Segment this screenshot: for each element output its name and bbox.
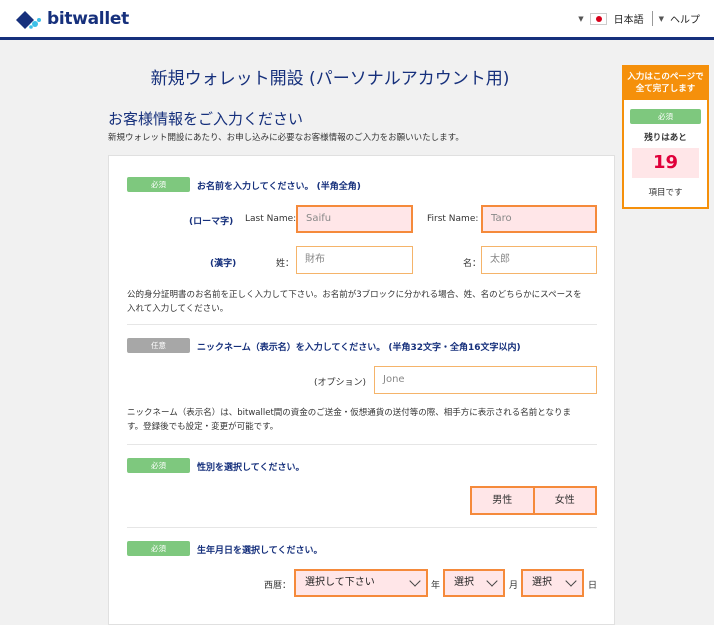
nickname-option-label: (オプション): [314, 378, 367, 388]
remaining-suffix: 項目です: [648, 188, 683, 198]
first-name-input[interactable]: Taro: [481, 205, 597, 233]
mei-input[interactable]: 太郎: [481, 246, 597, 274]
section-title: お客様情報をご入力ください: [108, 110, 304, 128]
month-unit: 月: [509, 581, 519, 591]
language-selector[interactable]: 日本語: [614, 11, 644, 26]
remaining-count: 19: [632, 148, 699, 178]
era-label: 西暦：: [264, 581, 292, 591]
last-name-label: Last Name:: [245, 214, 297, 224]
remaining-label: 残りはあと: [644, 133, 687, 143]
kanji-label: (漢字): [210, 259, 237, 269]
gender-female-button[interactable]: 女性: [532, 488, 595, 513]
day-unit: 日: [588, 581, 598, 591]
required-badge: 必須: [127, 541, 190, 556]
nickname-question-title: ニックネーム（表示名）を入力してください。 (半角32文字・全角16文字以内): [197, 343, 521, 353]
top-header: bitwallet ▼ 日本語 ▼ ヘルプ: [0, 0, 714, 40]
mei-label: 名：: [463, 259, 482, 269]
name-question-title: お名前を入力してください。 (半角全角): [197, 182, 361, 192]
required-badge: 必須: [127, 458, 190, 473]
year-unit: 年: [431, 581, 441, 591]
required-badge: 必須: [630, 109, 701, 124]
section-divider: [127, 527, 597, 528]
progress-panel: 入力はこのページで 全て完了します 必須 残りはあと 19 項目です: [622, 65, 709, 209]
help-caret-icon[interactable]: ▼: [659, 15, 664, 23]
romaji-label: (ローマ字): [189, 217, 234, 227]
optional-badge: 任意: [127, 338, 190, 353]
birth-month-select[interactable]: 選択: [443, 569, 505, 597]
help-link[interactable]: ヘルプ: [670, 11, 700, 26]
language-caret-icon[interactable]: ▼: [578, 15, 583, 23]
sei-label: 姓：: [276, 259, 295, 269]
birthday-question-title: 生年月日を選択してください。: [197, 546, 323, 556]
gender-male-button[interactable]: 男性: [472, 488, 533, 513]
brand-logo[interactable]: bitwallet: [14, 8, 129, 30]
section-description: 新規ウォレット開設にあたり、お申し込みに必要なお客様情報のご入力をお願いいたしま…: [108, 133, 464, 143]
page-title: 新規ウォレット開設 (パーソナルアカウント用): [150, 69, 510, 89]
gender-question-title: 性別を選択してください。: [197, 463, 305, 473]
name-note: 公的身分証明書のお名前を正しく入力して下さい。お名前が3ブロックに分かれる場合、…: [127, 290, 582, 314]
last-name-input[interactable]: Saifu: [296, 205, 413, 233]
customer-info-form: 必須 お名前を入力してください。 (半角全角) (ローマ字) Last Name…: [108, 155, 615, 625]
japan-flag-icon[interactable]: [589, 12, 607, 25]
nickname-input[interactable]: Jone: [374, 366, 597, 394]
brand-name: bitwallet: [47, 9, 129, 29]
first-name-label: First Name:: [427, 214, 479, 224]
required-badge: 必須: [127, 177, 190, 192]
section-divider: [127, 324, 597, 325]
bitwallet-logo-icon: [16, 11, 41, 29]
sei-input[interactable]: 財布: [296, 246, 413, 274]
chevron-down-icon: [409, 575, 421, 587]
nickname-note: ニックネーム（表示名）は、bitwallet間の資金のご送金・仮想通貨の送付等の…: [127, 408, 572, 432]
progress-header: 入力はこのページで 全て完了します: [624, 67, 707, 100]
birth-year-select[interactable]: 選択して下さい: [294, 569, 428, 597]
chevron-down-icon: [486, 575, 498, 587]
gender-toggle: 男性 女性: [470, 486, 597, 515]
section-divider: [127, 444, 597, 445]
chevron-down-icon: [565, 575, 577, 587]
header-divider: [651, 11, 653, 26]
birth-day-select[interactable]: 選択: [521, 569, 584, 597]
